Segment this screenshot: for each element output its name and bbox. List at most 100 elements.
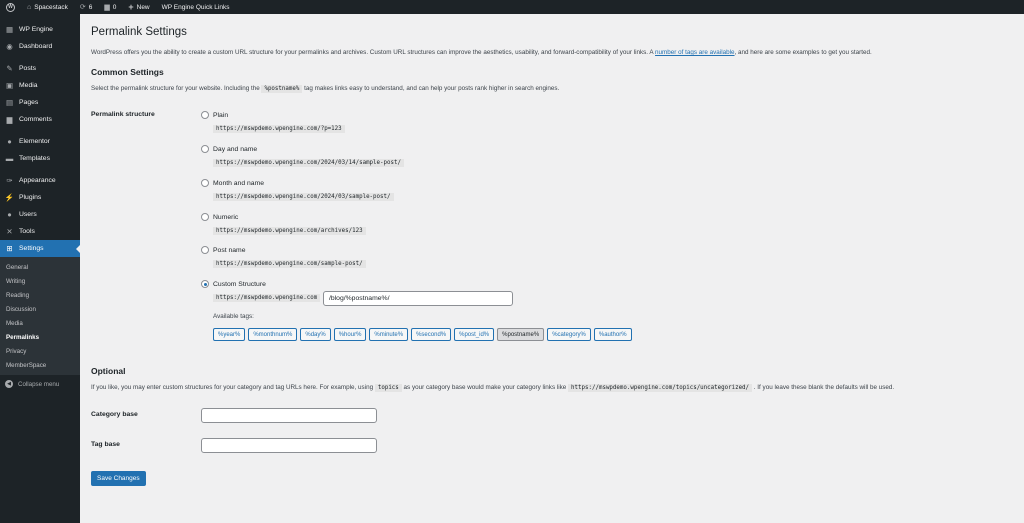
submenu-writing[interactable]: Writing bbox=[0, 274, 80, 288]
option-example: https://mswpdemo.wpengine.com/?p=123 bbox=[213, 125, 345, 133]
desc-after: tag makes links easy to understand, and … bbox=[302, 85, 560, 92]
comments-link[interactable]: ▆ 0 bbox=[98, 0, 122, 14]
new-content-menu[interactable]: + New bbox=[122, 0, 155, 14]
sidebar-item-templates[interactable]: ▬ Templates bbox=[0, 150, 80, 167]
desc-before: Select the permalink structure for your … bbox=[91, 85, 262, 92]
category-base-input[interactable] bbox=[201, 408, 377, 423]
sidebar-item-label: WP Engine bbox=[19, 26, 53, 33]
tag-monthnum-button[interactable]: %monthnum% bbox=[248, 328, 298, 341]
option-example: https://mswpdemo.wpengine.com/2024/03/sa… bbox=[213, 193, 394, 201]
tag-base-input[interactable] bbox=[201, 438, 377, 453]
sidebar-item-media[interactable]: ▣ Media bbox=[0, 77, 80, 94]
radio-day-and-name[interactable] bbox=[201, 145, 209, 153]
option-label: Day and name bbox=[213, 145, 258, 153]
updates-count: 6 bbox=[88, 3, 93, 11]
admin-bar: W ⌂ Spacestack ⟳ 6 ▆ 0 + New WP Engine Q… bbox=[0, 0, 1024, 14]
save-changes-button[interactable]: Save Changes bbox=[91, 471, 146, 486]
collapse-menu-button[interactable]: ◀ Collapse menu bbox=[0, 375, 80, 393]
collapse-arrow-icon: ◀ bbox=[5, 380, 13, 388]
submenu-general[interactable]: General bbox=[0, 260, 80, 274]
new-label: New bbox=[136, 3, 150, 11]
submenu-privacy[interactable]: Privacy bbox=[0, 344, 80, 358]
quick-links-label: WP Engine Quick Links bbox=[161, 3, 230, 11]
tag-hour-button[interactable]: %hour% bbox=[333, 328, 367, 341]
wpengine-icon: ▦ bbox=[5, 25, 14, 34]
tag-author-button[interactable]: %author% bbox=[593, 328, 632, 341]
intro-before: WordPress offers you the ability to crea… bbox=[91, 49, 656, 56]
sidebar-item-tools[interactable]: ✕ Tools bbox=[0, 223, 80, 240]
intro-after: , and here are some examples to get you … bbox=[734, 49, 872, 56]
sidebar-item-elementor[interactable]: ● Elementor bbox=[0, 133, 80, 150]
elementor-icon: ● bbox=[7, 137, 12, 146]
topics-code: topics bbox=[374, 384, 402, 392]
brush-icon: ✑ bbox=[6, 176, 13, 185]
wrench-icon: ✕ bbox=[6, 227, 13, 236]
radio-post-name[interactable] bbox=[201, 246, 209, 254]
sidebar-item-label: Appearance bbox=[19, 177, 56, 184]
optional-heading: Optional bbox=[91, 366, 126, 376]
available-tags-list: %year% %monthnum% %day% %hour% %minute% … bbox=[213, 328, 632, 341]
optional-description: If you like, you may enter custom struct… bbox=[91, 384, 894, 392]
radio-numeric[interactable] bbox=[201, 213, 209, 221]
radio-month-and-name[interactable] bbox=[201, 179, 209, 187]
tag-category-button[interactable]: %category% bbox=[547, 328, 591, 341]
optional-desc-mid: as your category base would make your ca… bbox=[401, 384, 569, 391]
option-label: Custom Structure bbox=[213, 280, 266, 288]
dashboard-icon: ◉ bbox=[6, 42, 13, 51]
option-example: https://mswpdemo.wpengine.com/sample-pos… bbox=[213, 260, 366, 268]
sidebar-item-label: Users bbox=[19, 211, 37, 218]
available-tags-label: Available tags: bbox=[213, 313, 254, 320]
option-example: https://mswpdemo.wpengine.com/archives/1… bbox=[213, 227, 366, 235]
sidebar-item-label: Tools bbox=[19, 228, 35, 235]
submenu-memberspace[interactable]: MemberSpace bbox=[0, 358, 80, 372]
sidebar-item-label: Templates bbox=[19, 155, 50, 162]
sidebar-item-label: Elementor bbox=[19, 138, 50, 145]
submenu-reading[interactable]: Reading bbox=[0, 288, 80, 302]
tags-available-link[interactable]: number of tags are available bbox=[655, 49, 734, 56]
sidebar-item-settings[interactable]: ⊞ Settings bbox=[0, 240, 80, 257]
site-name: Spacestack bbox=[34, 3, 68, 11]
comments-count: 0 bbox=[112, 3, 117, 11]
tag-year-button[interactable]: %year% bbox=[213, 328, 246, 341]
tag-day-button[interactable]: %day% bbox=[300, 328, 331, 341]
wpengine-quick-links[interactable]: WP Engine Quick Links bbox=[156, 0, 236, 14]
permalink-structure-label: Permalink structure bbox=[91, 111, 155, 118]
sidebar-item-users[interactable]: ● Users bbox=[0, 206, 80, 223]
sidebar-item-plugins[interactable]: ⚡ Plugins bbox=[0, 189, 80, 206]
radio-custom-structure[interactable] bbox=[201, 280, 209, 288]
sidebar-item-appearance[interactable]: ✑ Appearance bbox=[0, 172, 80, 189]
optional-desc-before: If you like, you may enter custom struct… bbox=[91, 384, 375, 391]
option-numeric: Numeric https://mswpdemo.wpengine.com/ar… bbox=[201, 213, 366, 235]
option-month-and-name: Month and name https://mswpdemo.wpengine… bbox=[201, 179, 394, 201]
tag-second-button[interactable]: %second% bbox=[411, 328, 452, 341]
tag-minute-button[interactable]: %minute% bbox=[369, 328, 409, 341]
category-base-label: Category base bbox=[91, 411, 138, 418]
settings-icon: ⊞ bbox=[6, 244, 13, 253]
sidebar-item-comments[interactable]: ▆ Comments bbox=[0, 111, 80, 128]
comment-bubble-icon: ▆ bbox=[104, 4, 110, 11]
radio-plain[interactable] bbox=[201, 111, 209, 119]
common-settings-description: Select the permalink structure for your … bbox=[91, 85, 560, 93]
sidebar-item-posts[interactable]: ✎ Posts bbox=[0, 60, 80, 77]
sidebar-item-pages[interactable]: ▤ Pages bbox=[0, 94, 80, 111]
wp-logo-menu[interactable]: W bbox=[0, 0, 21, 14]
tag-postname-button[interactable]: %postname% bbox=[497, 328, 545, 341]
option-label: Plain bbox=[213, 111, 229, 119]
sidebar-item-label: Posts bbox=[19, 65, 36, 72]
option-day-and-name: Day and name https://mswpdemo.wpengine.c… bbox=[201, 145, 404, 167]
sidebar-item-label: Dashboard bbox=[19, 43, 53, 50]
site-name-menu[interactable]: ⌂ Spacestack bbox=[21, 0, 74, 14]
collapse-label: Collapse menu bbox=[18, 380, 60, 388]
submenu-permalinks[interactable]: Permalinks bbox=[0, 330, 80, 344]
tag-post-id-button[interactable]: %post_id% bbox=[454, 328, 495, 341]
updates-icon: ⟳ bbox=[79, 4, 86, 11]
pin-icon: ✎ bbox=[6, 64, 13, 73]
sidebar-item-dashboard[interactable]: ◉ Dashboard bbox=[0, 38, 80, 55]
submenu-discussion[interactable]: Discussion bbox=[0, 302, 80, 316]
custom-structure-input[interactable] bbox=[323, 291, 513, 306]
common-settings-heading: Common Settings bbox=[91, 67, 164, 77]
updates-link[interactable]: ⟳ 6 bbox=[74, 0, 99, 14]
option-example: https://mswpdemo.wpengine.com/2024/03/14… bbox=[213, 159, 404, 167]
sidebar-item-wpengine[interactable]: ▦ WP Engine bbox=[0, 21, 80, 38]
submenu-media[interactable]: Media bbox=[0, 316, 80, 330]
